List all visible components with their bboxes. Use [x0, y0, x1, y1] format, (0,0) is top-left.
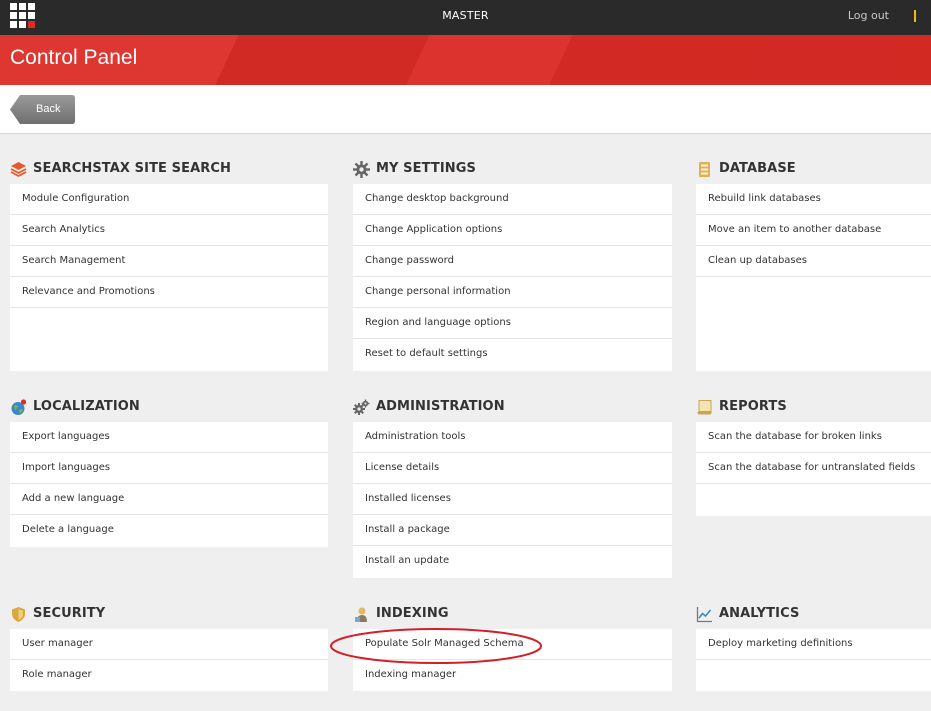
section-panel: Module Configuration Search Analytics Se…	[10, 184, 328, 371]
link-search-management[interactable]: Search Management	[10, 246, 328, 277]
section-database: DATABASE Rebuild link databases Move an …	[696, 152, 931, 371]
section-title: LOCALIZATION	[33, 399, 140, 414]
shield-icon	[12, 607, 25, 622]
link-installed-licenses[interactable]: Installed licenses	[353, 484, 672, 515]
section-panel: Administration tools License details Ins…	[353, 422, 672, 578]
link-add-new-language[interactable]: Add a new language	[10, 484, 328, 515]
link-change-desktop-background[interactable]: Change desktop background	[353, 184, 672, 215]
link-rebuild-link-databases[interactable]: Rebuild link databases	[696, 184, 931, 215]
link-role-manager[interactable]: Role manager	[10, 660, 328, 691]
topbar-divider	[914, 10, 916, 22]
gears-icon	[353, 399, 370, 415]
link-reset-default-settings[interactable]: Reset to default settings	[353, 339, 672, 370]
link-scan-untranslated-fields[interactable]: Scan the database for untranslated field…	[696, 453, 931, 484]
link-license-details[interactable]: License details	[353, 453, 672, 484]
link-import-languages[interactable]: Import languages	[10, 453, 328, 484]
section-panel: Scan the database for broken links Scan …	[696, 422, 931, 516]
link-search-analytics[interactable]: Search Analytics	[10, 215, 328, 246]
link-deploy-marketing-definitions[interactable]: Deploy marketing definitions	[696, 629, 931, 660]
link-delete-language[interactable]: Delete a language	[10, 515, 328, 546]
gear-icon	[353, 161, 370, 178]
section-panel: Deploy marketing definitions	[696, 629, 931, 691]
section-title: INDEXING	[376, 606, 449, 621]
section-title: ADMINISTRATION	[376, 399, 505, 414]
link-module-configuration[interactable]: Module Configuration	[10, 184, 328, 215]
indexing-icon	[355, 607, 367, 622]
chart-icon	[696, 607, 712, 623]
section-indexing: INDEXING Populate Solr Managed Schema In…	[353, 597, 672, 691]
section-panel: Change desktop background Change Applica…	[353, 184, 672, 371]
link-populate-solr-managed-schema[interactable]: Populate Solr Managed Schema	[353, 629, 672, 660]
link-indexing-manager[interactable]: Indexing manager	[353, 660, 672, 691]
section-panel: User manager Role manager	[10, 629, 328, 691]
toolbar: Back	[0, 85, 931, 134]
database-name: MASTER	[442, 9, 489, 22]
link-install-update[interactable]: Install an update	[353, 546, 672, 577]
link-install-package[interactable]: Install a package	[353, 515, 672, 546]
section-panel: Rebuild link databases Move an item to a…	[696, 184, 931, 371]
stack-layers-icon	[10, 162, 27, 178]
section-panel: Populate Solr Managed Schema Indexing ma…	[353, 629, 672, 691]
section-panel: Export languages Import languages Add a …	[10, 422, 328, 547]
link-administration-tools[interactable]: Administration tools	[353, 422, 672, 453]
link-export-languages[interactable]: Export languages	[10, 422, 328, 453]
section-searchstax: SEARCHSTAX SITE SEARCH Module Configurat…	[10, 152, 328, 371]
link-relevance-promotions[interactable]: Relevance and Promotions	[10, 277, 328, 308]
link-clean-up-databases[interactable]: Clean up databases	[696, 246, 931, 277]
section-analytics: ANALYTICS Deploy marketing definitions	[696, 597, 931, 691]
link-scan-broken-links[interactable]: Scan the database for broken links	[696, 422, 931, 453]
link-change-application-options[interactable]: Change Application options	[353, 215, 672, 246]
page-header: Control Panel	[0, 35, 931, 85]
section-security: SECURITY User manager Role manager	[10, 597, 328, 691]
link-move-item-database[interactable]: Move an item to another database	[696, 215, 931, 246]
section-title: SECURITY	[33, 606, 106, 621]
section-title: REPORTS	[719, 399, 787, 414]
link-change-personal-information[interactable]: Change personal information	[353, 277, 672, 308]
link-user-manager[interactable]: User manager	[10, 629, 328, 660]
logout-link[interactable]: Log out	[848, 9, 889, 22]
back-button-label: Back	[36, 103, 61, 115]
back-button[interactable]: Back	[10, 95, 75, 124]
section-reports: REPORTS Scan the database for broken lin…	[696, 390, 931, 516]
section-title: SEARCHSTAX SITE SEARCH	[33, 161, 231, 176]
section-title: DATABASE	[719, 161, 796, 176]
section-title: MY SETTINGS	[376, 161, 477, 176]
globe-icon	[11, 399, 27, 415]
section-title: ANALYTICS	[719, 606, 800, 621]
link-region-language-options[interactable]: Region and language options	[353, 308, 672, 339]
section-localization: LOCALIZATION Export languages Import lan…	[10, 390, 328, 547]
section-my-settings: MY SETTINGS Change desktop background Ch…	[353, 152, 672, 371]
database-icon	[699, 162, 710, 177]
page-title: Control Panel	[10, 46, 138, 69]
report-icon	[697, 400, 712, 415]
top-bar: MASTER Log out	[0, 0, 931, 35]
link-change-password[interactable]: Change password	[353, 246, 672, 277]
section-administration: ADMINISTRATION Administration tools Lice…	[353, 390, 672, 578]
